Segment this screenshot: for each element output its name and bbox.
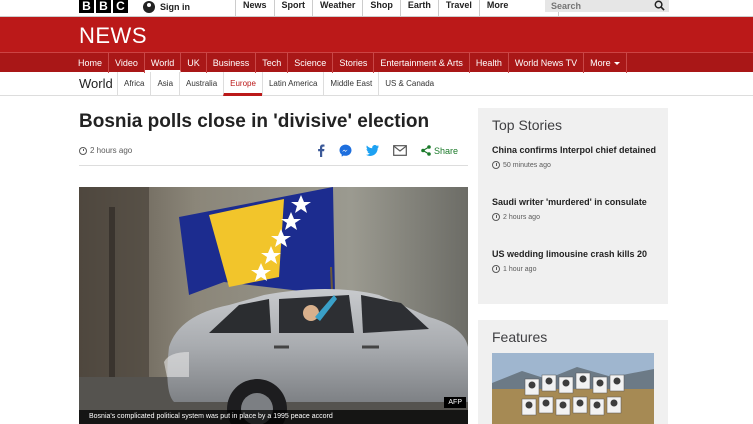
subnav-asia[interactable]: Asia (150, 72, 179, 96)
email-icon[interactable] (393, 145, 407, 156)
masthead: NEWS Home Video World UK Business Tech S… (0, 17, 753, 73)
top-link-news[interactable]: News (235, 0, 274, 16)
section-subnav: World Africa Asia Australia Europe Latin… (0, 72, 753, 96)
logo-letter-b1: B (79, 0, 94, 13)
nav-more[interactable]: More (584, 53, 627, 73)
top-story-time-text: 1 hour ago (503, 265, 537, 273)
top-link-travel[interactable]: Travel (437, 0, 479, 16)
clock-icon (492, 213, 500, 221)
share-label: Share (434, 145, 459, 156)
twitter-icon[interactable] (366, 145, 379, 156)
nav-home[interactable]: Home (72, 53, 110, 73)
top-story-time: 2 hours ago (492, 213, 657, 221)
top-story-headline[interactable]: China confirms Interpol chief detained (492, 144, 657, 156)
nav-tech[interactable]: Tech (256, 53, 289, 73)
signin-link[interactable]: Sign in (143, 0, 190, 13)
nav-science[interactable]: Science (288, 53, 334, 73)
image-credit: AFP (444, 397, 466, 408)
subnav-middle-east[interactable]: Middle East (323, 72, 378, 96)
subnav-africa[interactable]: Africa (117, 72, 150, 96)
news-logo[interactable]: NEWS (79, 23, 147, 49)
user-icon (143, 0, 155, 13)
top-story-time-text: 2 hours ago (503, 213, 540, 221)
top-link-shop[interactable]: Shop (362, 0, 400, 16)
top-story-time: 50 minutes ago (492, 161, 657, 169)
search-input[interactable] (545, 0, 669, 12)
top-stories-title: Top Stories (492, 117, 563, 133)
logo-letter-b2: B (96, 0, 111, 13)
top-story-time: 1 hour ago (492, 265, 657, 273)
article-hero-image: AFP Bosnia's complicated political syste… (79, 187, 468, 424)
subnav-europe[interactable]: Europe (223, 72, 262, 96)
nav-business[interactable]: Business (207, 53, 257, 73)
features-title: Features (492, 329, 548, 345)
clock-icon (492, 161, 500, 169)
top-story-headline[interactable]: Saudi writer 'murdered' in consulate (492, 196, 657, 208)
share-icon (421, 145, 431, 156)
article-timestamp: 2 hours ago (79, 146, 132, 155)
top-stories-panel: Top Stories China confirms Interpol chie… (478, 108, 668, 304)
article-headline: Bosnia polls close in 'divisive' electio… (79, 111, 430, 132)
top-story-headline[interactable]: US wedding limousine crash kills 20 (492, 248, 657, 260)
subnav-latin-america[interactable]: Latin America (261, 72, 323, 96)
main-nav: Home Video World UK Business Tech Scienc… (0, 52, 753, 73)
clock-icon (79, 146, 87, 155)
bosnian-flag-car-photo (79, 187, 468, 424)
facebook-icon[interactable] (317, 144, 325, 157)
timestamp-text: 2 hours ago (90, 146, 133, 155)
chevron-down-icon (613, 62, 620, 66)
share-tools: Share (317, 144, 458, 157)
bbc-logo[interactable]: B B C (79, 0, 128, 13)
top-story-item[interactable]: Saudi writer 'murdered' in consulate 2 h… (492, 196, 657, 221)
image-caption: Bosnia's complicated political system wa… (79, 410, 468, 424)
section-title[interactable]: World (79, 76, 113, 91)
nav-more-label: More (590, 58, 611, 68)
top-more-label: More (486, 0, 509, 10)
subnav-australia[interactable]: Australia (179, 72, 223, 96)
nav-video[interactable]: Video (109, 53, 145, 73)
subnav-us-canada[interactable]: US & Canada (378, 72, 440, 96)
nav-world-news-tv[interactable]: World News TV (509, 53, 585, 73)
clock-icon (492, 265, 500, 273)
top-story-time-text: 50 minutes ago (503, 161, 551, 169)
top-link-earth[interactable]: Earth (399, 0, 438, 16)
logo-letter-c: C (113, 0, 128, 13)
nav-stories[interactable]: Stories (333, 53, 375, 73)
nav-uk[interactable]: UK (181, 53, 207, 73)
top-link-sport[interactable]: Sport (273, 0, 313, 16)
search-icon[interactable] (654, 0, 665, 11)
nav-health[interactable]: Health (470, 53, 509, 73)
feature-image[interactable] (492, 353, 654, 424)
nav-world[interactable]: World (144, 53, 182, 73)
top-link-weather[interactable]: Weather (312, 0, 362, 16)
account-bar: B B C Sign in News Sport Weather Shop Ea… (0, 0, 753, 17)
top-nav: News Sport Weather Shop Earth Travel Mor… (235, 0, 559, 16)
features-panel: Features (478, 320, 668, 424)
nav-entertainment-arts[interactable]: Entertainment & Arts (374, 53, 470, 73)
signin-label: Sign in (160, 1, 190, 12)
article-meta: 2 hours ago Share (79, 142, 468, 166)
share-button[interactable]: Share (421, 145, 458, 156)
messenger-icon[interactable] (339, 144, 352, 157)
top-story-item[interactable]: China confirms Interpol chief detained 5… (492, 144, 657, 169)
top-story-item[interactable]: US wedding limousine crash kills 20 1 ho… (492, 248, 657, 273)
feature-photo (492, 353, 654, 424)
